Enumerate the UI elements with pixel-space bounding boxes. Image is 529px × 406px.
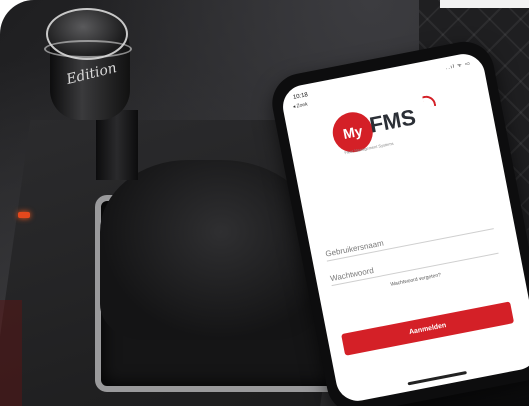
status-time: 10:18 — [292, 92, 309, 101]
gear-knob-ring — [44, 40, 132, 58]
console-led — [18, 212, 30, 218]
forgot-password-link[interactable]: Wachtwoord vergeten? — [390, 272, 441, 288]
status-icons: ..ıl ᯤ ▭ — [445, 60, 472, 72]
gear-shaft — [96, 110, 138, 180]
signal-icon — [422, 94, 437, 109]
back-link[interactable]: ◂ Zoek — [292, 101, 308, 110]
light-strip — [440, 0, 529, 8]
home-indicator — [407, 370, 467, 386]
logo-fms-text: FMS — [367, 104, 418, 138]
gear-boot — [100, 160, 320, 340]
car-interior-photo: Edition 10:18 ..ıl ᯤ ▭ ◂ Zoek My FMS Fle… — [0, 0, 529, 406]
login-button[interactable]: Aanmelden — [341, 301, 515, 356]
seat-edge — [0, 300, 22, 406]
